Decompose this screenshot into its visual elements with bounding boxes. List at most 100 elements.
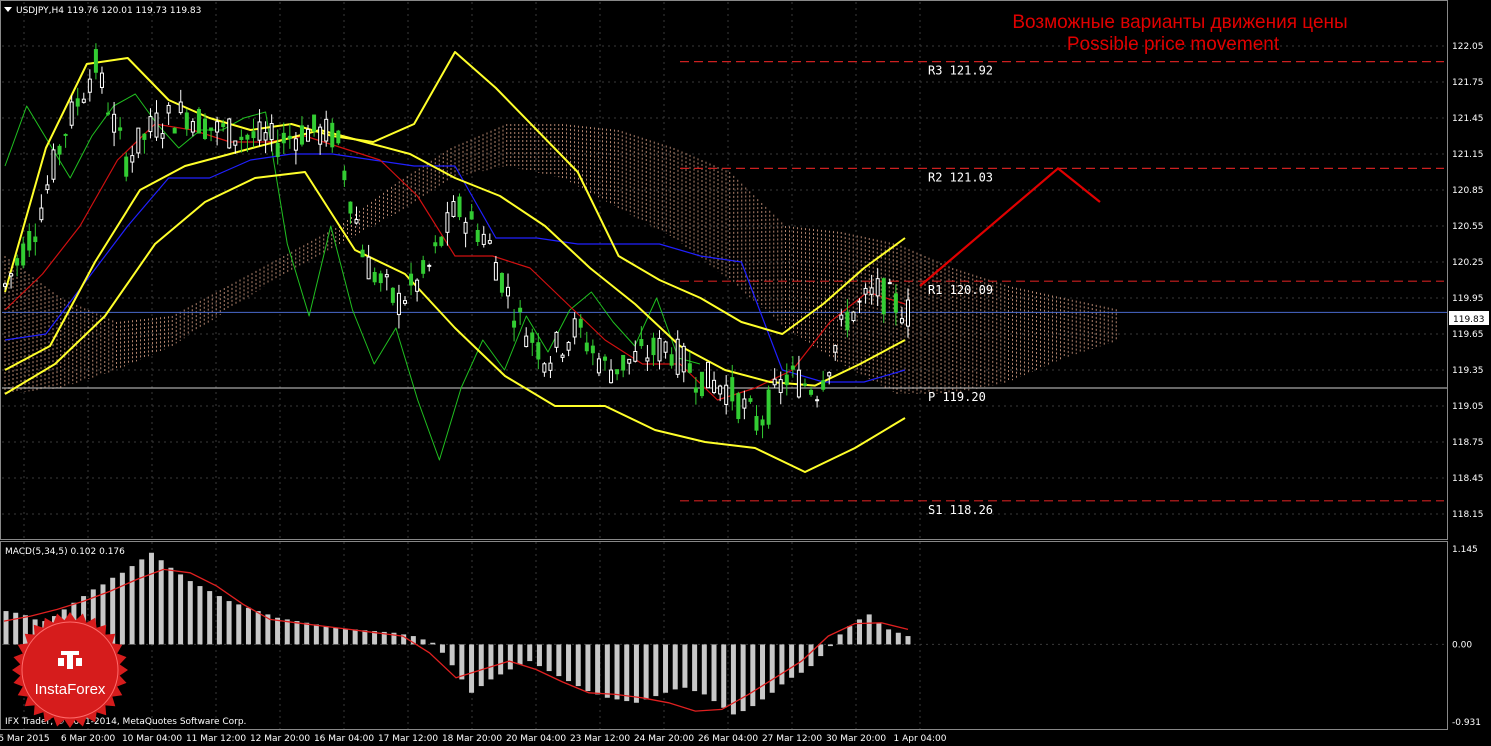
candle-body (560, 354, 565, 358)
candle-body (572, 318, 577, 338)
candle-body (63, 133, 68, 136)
candle-body (578, 318, 583, 328)
candle-body (475, 229, 480, 243)
candle-body (390, 287, 395, 303)
macd-bar (866, 614, 872, 645)
macd-bar (207, 591, 213, 645)
candle-body (863, 287, 868, 295)
candle-body (172, 127, 177, 134)
candle-body (748, 398, 753, 402)
macd-bar (779, 644, 785, 685)
time-tick-label: 11 Mar 12:00 (186, 734, 246, 744)
level-label-r2: R2 121.03 (928, 170, 993, 184)
ichimoku-cloud (4, 124, 1117, 394)
macd-tick-label: 1.145 (1452, 545, 1478, 555)
macd-bar (663, 644, 669, 693)
time-tick-label: 30 Mar 20:00 (826, 734, 886, 744)
macd-bar (362, 630, 368, 645)
macd-label: MACD(5,34,5) 0.102 0.176 (5, 547, 125, 557)
candle-body (75, 98, 80, 107)
candle-body (112, 113, 117, 133)
candle-body (360, 249, 365, 258)
macd-bar (158, 560, 164, 645)
candle-body (463, 221, 468, 234)
candle-body (548, 362, 553, 371)
candle-body (639, 339, 644, 347)
forecast-arrow (919, 166, 1101, 287)
candle-body (421, 260, 426, 274)
candle-body (524, 335, 529, 348)
candle-body (324, 118, 329, 142)
candle-body (457, 196, 462, 218)
time-tick-label: 27 Mar 12:00 (762, 734, 822, 744)
candle-body (142, 133, 147, 140)
macd-bar (585, 644, 591, 692)
candle-body (269, 123, 274, 141)
price-tick-label: 119.35 (1452, 366, 1484, 376)
time-tick-label: 16 Mar 04:00 (314, 734, 374, 744)
candle-body (833, 345, 838, 353)
candle-body (821, 380, 826, 390)
macd-bar (818, 644, 824, 657)
candle-body (433, 242, 438, 247)
candle-body (336, 130, 341, 144)
macd-bar (711, 644, 717, 702)
candle-body (857, 300, 862, 303)
macd-bar (536, 644, 542, 667)
time-tick-label: 20 Mar 04:00 (506, 734, 566, 744)
candle-body (796, 369, 801, 398)
candle-body (154, 112, 159, 138)
macd-bar (692, 644, 698, 692)
macd-bar (798, 644, 804, 673)
candle-body (469, 211, 474, 220)
candle-body (669, 354, 674, 366)
candle-body (760, 419, 765, 426)
macd-bar (226, 601, 232, 645)
candle-body (445, 212, 450, 233)
time-tick-label: 12 Mar 20:00 (250, 734, 310, 744)
candle-body (784, 374, 789, 386)
candle-body (657, 337, 662, 362)
candle-body (87, 78, 92, 93)
candle-body (530, 332, 535, 343)
candle-body (633, 350, 638, 362)
macd-bar (420, 639, 426, 645)
candle-body (148, 116, 153, 133)
macd-panel: 1.145 0.00 -0.931 (2, 545, 1481, 728)
candle-body (427, 264, 432, 267)
macd-bar (304, 622, 310, 645)
candles (3, 43, 910, 439)
macd-tick-label: -0.931 (1452, 718, 1481, 728)
candle-body (227, 118, 232, 149)
macd-bar (430, 642, 436, 645)
price-tick-label: 118.15 (1452, 510, 1484, 520)
candle-body (584, 342, 589, 352)
macd-bar (139, 559, 145, 645)
candle-body (257, 121, 262, 141)
candle-body (451, 201, 456, 217)
candle-body (887, 282, 892, 285)
candle-body (706, 361, 711, 389)
candle-body (293, 138, 298, 151)
time-tick-label: 6 Mar 20:00 (61, 734, 116, 744)
macd-bar (760, 644, 766, 700)
candle-body (754, 416, 759, 431)
candle-body (499, 272, 504, 293)
annotation-title-en: Possible price movement (1067, 34, 1280, 55)
macd-bar (614, 644, 620, 700)
macd-bar (876, 622, 882, 645)
macd-bar (352, 629, 358, 645)
candle-body (615, 369, 620, 375)
candle-body (51, 149, 56, 180)
macd-bar (178, 574, 184, 645)
macd-bar (808, 644, 814, 667)
macd-bar (905, 636, 911, 645)
candle-body (675, 338, 680, 375)
candle-body (542, 363, 547, 373)
candle-body (160, 133, 165, 139)
macd-bar (439, 644, 445, 653)
dropdown-icon[interactable] (4, 7, 12, 12)
candle-body (724, 384, 729, 405)
candle-body (506, 286, 511, 297)
candle-body (330, 122, 335, 148)
